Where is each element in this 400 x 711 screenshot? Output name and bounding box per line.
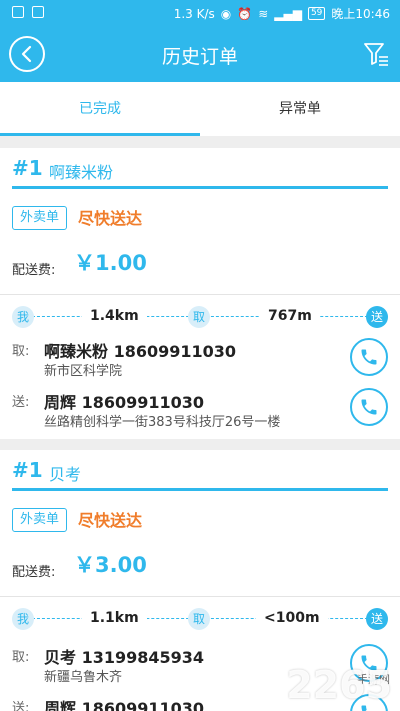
pickup-address: 新疆乌鲁木齐 [44, 670, 123, 685]
pickup-address: 新市区科学院 [44, 364, 123, 379]
tab-completed[interactable]: 已完成 [0, 82, 200, 136]
divider [0, 294, 400, 295]
battery-icon: 59 [307, 7, 326, 20]
route-deliver-marker: 送 [366, 608, 388, 630]
header-underline [12, 186, 388, 189]
upload-icon [12, 6, 24, 18]
order-number: #1 [12, 458, 43, 482]
phone-icon [361, 349, 377, 365]
route-bar: 我 1.1km 取 <100m 送 [12, 608, 388, 630]
signal-icon: ▂▄▆ [274, 6, 302, 21]
pickup-label: 取: [12, 650, 30, 665]
pickup-name-phone: 啊臻米粉 18609911030 [44, 342, 237, 361]
fee-value: ￥1.00 [74, 251, 147, 275]
order-header: #1 贝考 [0, 450, 400, 488]
tab-exceptions-label: 异常单 [279, 101, 321, 117]
clock: 晚上10:46 [331, 7, 390, 21]
fee-value: ￥3.00 [74, 553, 147, 577]
call-pickup-button[interactable] [350, 338, 388, 376]
delivery-name-phone: 周辉 18609911030 [44, 393, 205, 412]
delivery-name-phone: 周辉 18609911030 [44, 699, 205, 711]
phone-icon [361, 399, 377, 415]
route-pickup-marker: 取 [188, 608, 210, 630]
order-number: #1 [12, 156, 43, 180]
nav-bar: 历史订单 [0, 26, 400, 82]
pickup-label: 取: [12, 344, 30, 359]
delivery-label: 送: [12, 395, 30, 410]
order-shop-name: 贝考 [49, 465, 82, 484]
route-bar: 我 1.4km 取 767m 送 [12, 306, 388, 328]
order-type-badge: 外卖单 [12, 206, 68, 230]
delivery-label: 送: [12, 701, 30, 711]
call-delivery-button[interactable] [350, 388, 388, 426]
route-distance-to-delivery: <100m [256, 610, 328, 626]
tab-completed-label: 已完成 [79, 101, 121, 117]
route-distance-to-pickup: 1.1km [82, 610, 147, 626]
delivery-urgency: 尽快送达 [78, 209, 143, 228]
route-distance-to-delivery: 767m [260, 308, 320, 324]
wifi-icon: ≋ [258, 6, 269, 21]
filter-button[interactable] [362, 40, 390, 68]
tab-exceptions[interactable]: 异常单 [200, 82, 400, 136]
route-pickup-marker: 取 [188, 306, 210, 328]
fee-label: 配送费: [12, 565, 56, 580]
location-icon: ◉ [220, 6, 232, 21]
tab-bar: 已完成 异常单 [0, 82, 400, 136]
status-bar: 1.3 K/s ◉ ⏰ ≋ ▂▄▆ 59 晚上10:46 [0, 0, 400, 26]
divider [0, 596, 400, 597]
route-deliver-marker: 送 [366, 306, 388, 328]
route-distance-to-pickup: 1.4km [82, 308, 147, 324]
order-card[interactable]: #1 啊臻米粉 外卖单 尽快送达 配送费: ￥1.00 我 1.4km 取 76… [0, 148, 400, 439]
fee-label: 配送费: [12, 263, 56, 278]
header-underline [12, 488, 388, 491]
route-me-marker: 我 [12, 608, 34, 630]
delivery-urgency: 尽快送达 [78, 511, 143, 530]
network-speed: 1.3 K/s [173, 6, 215, 21]
pickup-name-phone: 贝考 13199845934 [44, 648, 205, 667]
route-me-marker: 我 [12, 306, 34, 328]
delivery-address: 丝路精创科学一街383号科技厅26号一楼 [44, 415, 281, 430]
alarm-icon: ⏰ [237, 6, 253, 21]
watermark-logo: 2265 [286, 663, 392, 707]
order-type-badge: 外卖单 [12, 508, 68, 532]
order-header: #1 啊臻米粉 [0, 148, 400, 186]
filter-icon [364, 43, 388, 66]
tab-active-indicator [0, 133, 200, 136]
page-title: 历史订单 [161, 46, 238, 68]
order-shop-name: 啊臻米粉 [49, 163, 114, 182]
image-icon [32, 6, 44, 18]
